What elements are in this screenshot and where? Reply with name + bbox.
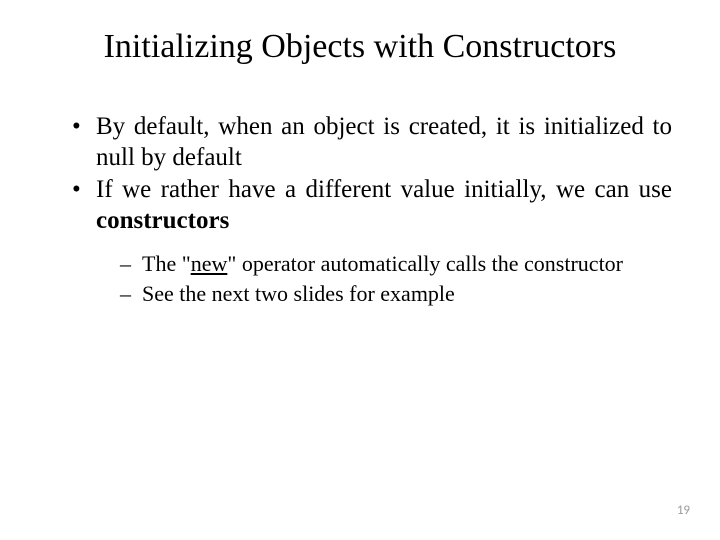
sub-bullet-text: " operator automatically calls the const… — [227, 251, 623, 276]
sub-bullet-item: The "new" operator automatically calls t… — [120, 250, 672, 278]
page-number: 19 — [677, 503, 690, 518]
sub-bullet-underline: new — [191, 251, 228, 276]
sub-bullet-text: The " — [142, 251, 191, 276]
bullet-item: If we rather have a different value init… — [72, 175, 672, 307]
sub-bullet-list: The "new" operator automatically calls t… — [96, 250, 672, 307]
slide-title: Initializing Objects with Constructors — [48, 28, 672, 66]
sub-bullet-item: See the next two slides for example — [120, 280, 672, 308]
bullet-text: If we rather have a different value init… — [96, 176, 672, 203]
bullet-item: By default, when an object is created, i… — [72, 112, 672, 173]
bullet-list: By default, when an object is created, i… — [48, 112, 672, 307]
bullet-emphasis: constructors — [96, 207, 229, 234]
